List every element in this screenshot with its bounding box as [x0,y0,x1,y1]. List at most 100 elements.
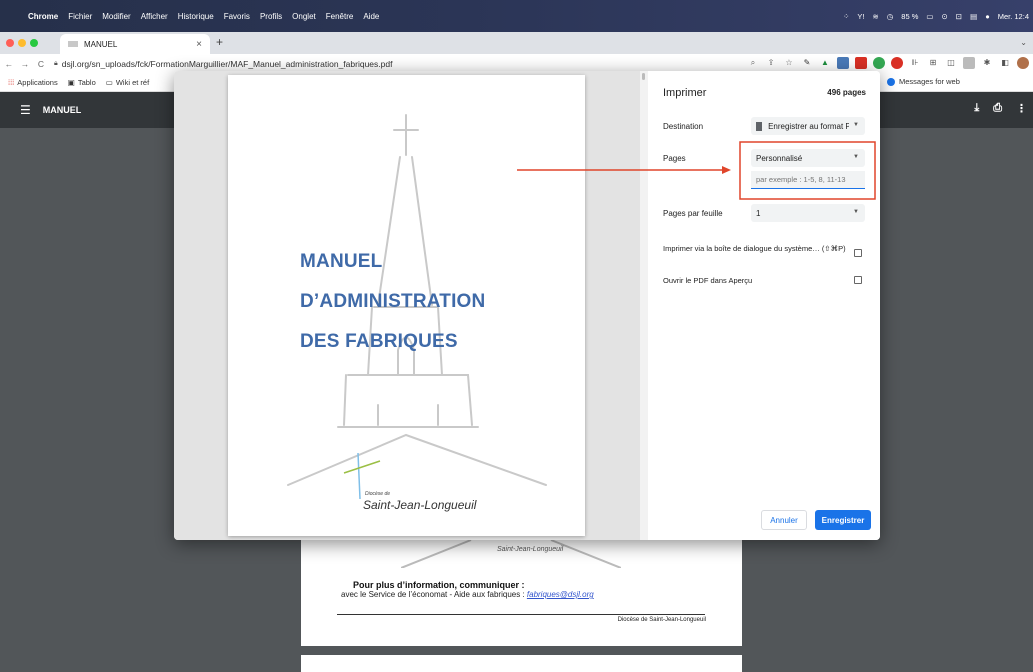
system-dialog-link[interactable]: Imprimer via la boîte de dialogue du sys… [663,244,853,253]
back-icon[interactable]: ← [2,59,16,69]
info-line: avec le Service de l’économat - Aide aux… [341,590,594,599]
lock-icon[interactable]: 🔒︎ [54,60,58,68]
doc-title-line-2: D’ADMINISTRATION [300,291,486,312]
bookmark-wiki[interactable]: ▭ Wiki et réf [106,78,149,87]
pages-per-sheet-select[interactable]: 1 ▼ [751,204,865,222]
print-settings-panel: Imprimer 496 pages Destination Enregistr… [648,71,880,540]
bookmark-star-icon[interactable]: ☆ [783,57,795,69]
cancel-button[interactable]: Annuler [761,510,807,530]
menu-aide[interactable]: Aide [363,12,379,21]
url-text[interactable]: dsjl.org/sn_uploads/fck/FormationMarguil… [62,59,393,69]
extension-icon[interactable] [891,57,903,69]
bookmark-label: Applications [17,78,58,87]
puzzle-icon[interactable]: ✱ [981,57,993,69]
menu-fichier[interactable]: Fichier [68,12,92,21]
extension-icon[interactable]: ⊞ [927,57,939,69]
extension-icon[interactable] [837,57,849,69]
bookmark-applications[interactable]: ⁞⁞⁞ Applications [8,78,58,87]
diocese-name: Saint-Jean-Longueuil [363,498,477,512]
share-icon[interactable]: ⇪ [765,57,777,69]
preview-scrollbar[interactable] [640,71,648,540]
reload-icon[interactable]: C [34,59,48,69]
bookmark-tablo[interactable]: ▣ Tablo [68,78,96,87]
email-link[interactable]: fabriques@dsjl.org [527,590,594,599]
sidepanel-icon[interactable]: ◧ [999,57,1011,69]
zoom-window-icon[interactable] [30,39,38,47]
extension-icon[interactable] [873,57,885,69]
pages-value: Personnalisé [756,153,803,163]
menu-historique[interactable]: Historique [178,12,214,21]
destination-value: Enregistrer au format PDF [768,121,849,131]
status-icon[interactable]: ⁘ [843,12,849,21]
search-icon[interactable]: ⊙ [942,12,948,21]
tab-title: MANUEL [84,39,118,49]
more-options-icon[interactable]: ⋮ [1016,102,1027,115]
print-dialog: MANUEL D’ADMINISTRATION DES FABRIQUES Di… [174,71,880,540]
avatar[interactable] [1017,57,1029,69]
close-window-icon[interactable] [6,39,14,47]
pdf-page-next [301,655,742,672]
apps-grid-icon: ⁞⁞⁞ [8,78,15,87]
doc-title-line-1: MANUEL [300,251,383,272]
status-icon[interactable]: Y! [857,12,864,21]
pen-extension-icon[interactable]: ✎ [801,57,813,69]
favicon-icon [68,41,78,47]
save-button[interactable]: Enregistrer [815,510,871,530]
clock-icon[interactable]: ◷ [887,12,894,21]
menu-app-name[interactable]: Chrome [28,12,58,21]
menu-fenetre[interactable]: Fenêtre [326,12,354,21]
window-controls [6,39,38,47]
menubar-status-area: ⁘ Y! ≋ ◷ 85 % ▭ ⊙ ⊡ ▤ ● Mer. 12:4 [843,0,1029,32]
wifi-icon[interactable]: ≋ [872,12,878,21]
divider [337,614,705,615]
info-heading: Pour plus d’information, communiquer : [353,580,525,590]
open-in-preview-link[interactable]: Ouvrir le PDF dans Aperçu [663,276,853,285]
menu-onglet[interactable]: Onglet [292,12,316,21]
custom-pages-input[interactable] [751,171,865,189]
display-icon[interactable]: ▤ [970,12,977,21]
menu-modifier[interactable]: Modifier [102,12,130,21]
zoom-icon[interactable]: ⌕ [747,57,759,69]
tab-strip: MANUEL × + ⌄ [0,32,1033,54]
close-tab-icon[interactable]: × [196,39,202,50]
open-external-icon[interactable] [854,276,862,284]
menu-icon[interactable]: ☰ [20,103,31,117]
bookmark-label: Wiki et réf [115,78,150,87]
tab-manuel[interactable]: MANUEL × [60,34,210,54]
control-center-icon[interactable]: ⊡ [956,12,962,21]
extension-icon[interactable]: ⊪ [909,57,921,69]
folder-icon: ▭ [105,78,113,87]
pages-per-sheet-value: 1 [756,208,761,218]
battery-percent[interactable]: 85 % [901,12,918,21]
open-external-icon[interactable] [854,249,862,257]
destination-select[interactable]: Enregistrer au format PDF ▼ [751,117,865,135]
destination-label: Destination [663,122,704,131]
forward-icon[interactable]: → [18,59,32,69]
menu-profils[interactable]: Profils [260,12,282,21]
print-icon[interactable]: ⎙ [993,102,1002,115]
bookmark-icon: ▣ [67,78,75,87]
menubar-clock[interactable]: Mer. 12:4 [998,12,1029,21]
download-icon[interactable]: ⤓ [974,102,979,115]
menu-favoris[interactable]: Favoris [224,12,250,21]
info-text: avec le Service de l’économat - Aide aux… [341,590,527,599]
bookmark-messages[interactable]: Messages for web [887,77,960,86]
doc-title-line-3: DES FABRIQUES [300,331,458,352]
minimize-window-icon[interactable] [18,39,26,47]
pages-select[interactable]: Personnalisé ▼ [751,149,865,167]
bookmark-label: Tablo [77,78,96,87]
print-preview-area[interactable]: MANUEL D’ADMINISTRATION DES FABRIQUES Di… [174,71,640,540]
extension-icon[interactable] [855,57,867,69]
siri-icon[interactable]: ● [985,12,990,21]
drive-extension-icon[interactable]: ▲ [819,57,831,69]
menu-afficher[interactable]: Afficher [141,12,168,21]
roof-drawing [401,539,621,568]
omnibox[interactable]: 🔒︎ dsjl.org/sn_uploads/fck/FormationMarg… [54,59,392,69]
page-count: 496 pages [827,88,866,97]
tab-search-icon[interactable]: ⌄ [1020,38,1027,47]
pages-label: Pages [663,154,686,163]
new-tab-icon[interactable]: + [216,35,223,49]
extension-icon[interactable]: ◫ [945,57,957,69]
battery-icon[interactable]: ▭ [926,12,933,21]
extension-icon[interactable] [963,57,975,69]
